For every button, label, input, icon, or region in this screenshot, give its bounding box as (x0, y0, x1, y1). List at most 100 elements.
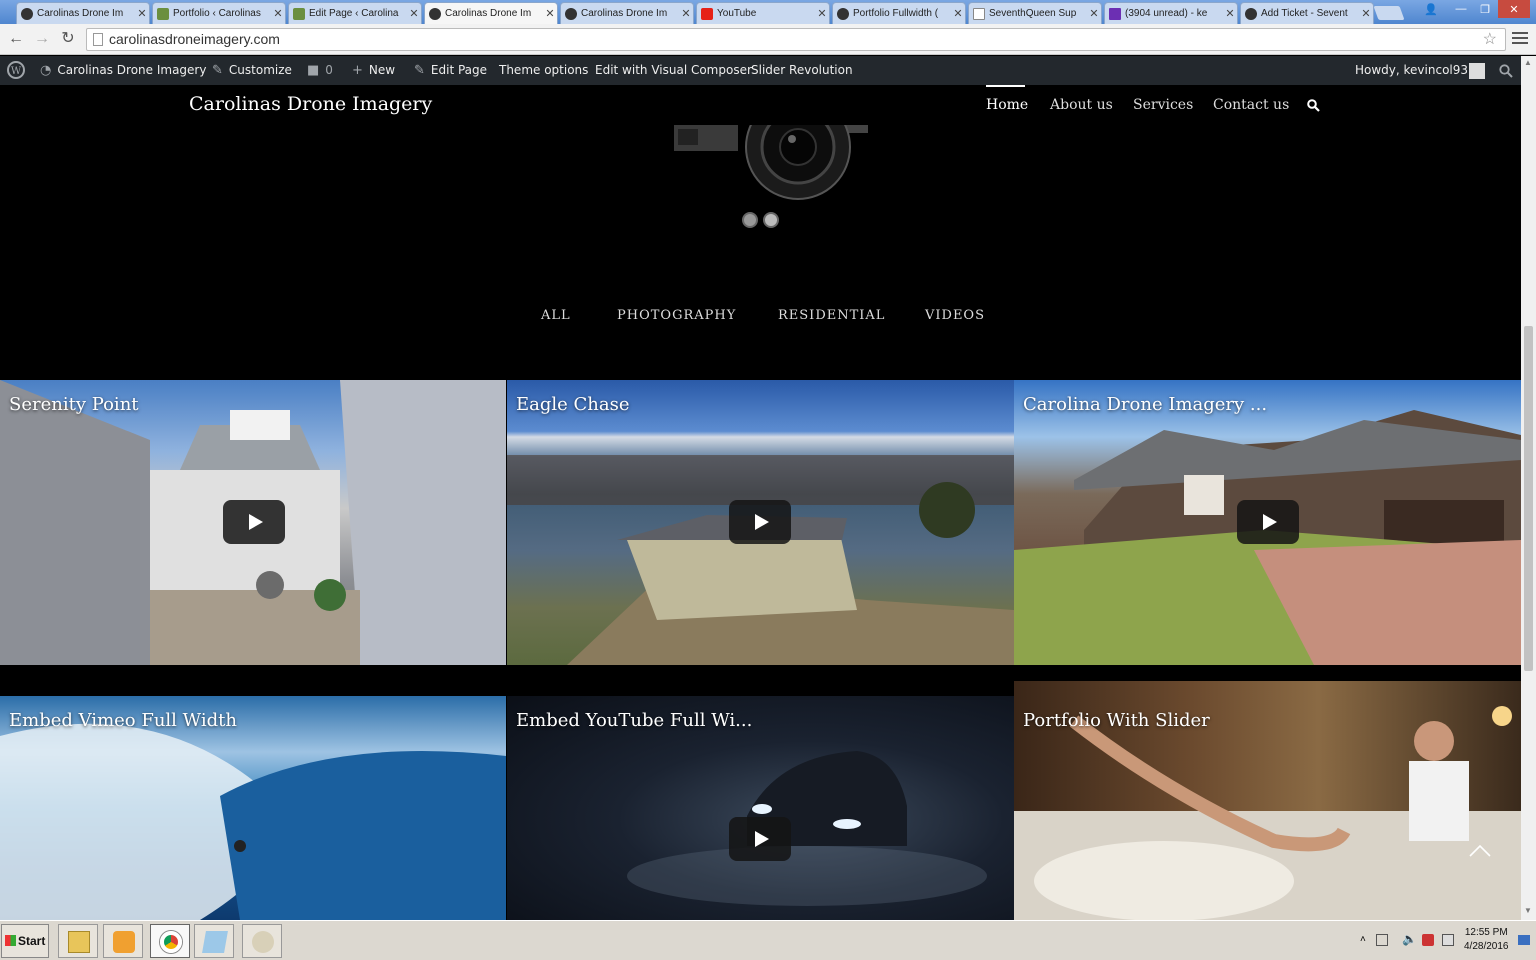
scroll-down-icon[interactable]: ▼ (1524, 906, 1532, 915)
search-icon[interactable] (1307, 99, 1320, 112)
portfolio-item-serenity-point[interactable]: Serenity Point (0, 380, 506, 665)
page-icon (93, 33, 103, 46)
filter-videos[interactable]: VIDEOS (925, 308, 985, 323)
notepad-icon[interactable] (194, 924, 234, 958)
play-button[interactable] (223, 500, 285, 544)
action-center-icon[interactable] (1376, 934, 1388, 946)
close-icon[interactable]: ✕ (1223, 7, 1237, 20)
close-icon[interactable]: ✕ (1359, 7, 1373, 20)
browser-tab[interactable]: Edit Page ‹ Carolina ✕ (288, 2, 422, 24)
browser-tab[interactable]: Carolinas Drone Im ✕ (560, 2, 694, 24)
close-icon[interactable]: ✕ (679, 7, 693, 20)
nav-home[interactable]: Home (986, 97, 1028, 113)
close-icon[interactable]: ✕ (1087, 7, 1101, 20)
minimize-button[interactable]: — (1450, 0, 1472, 18)
wordpress-house-icon (293, 7, 305, 20)
filter-residential[interactable]: RESIDENTIAL (778, 308, 885, 323)
admin-site-name[interactable]: ◔ Carolinas Drone Imagery (40, 56, 206, 85)
svg-text:W: W (11, 66, 22, 77)
media-player-icon[interactable] (103, 924, 143, 958)
new-tab-button[interactable] (1373, 6, 1405, 20)
show-desktop-icon[interactable] (1518, 935, 1530, 945)
browser-tab[interactable]: (3904 unread) - ke ✕ (1104, 2, 1238, 24)
user-profile-icon[interactable]: 👤 (1420, 0, 1442, 18)
network-warning-icon[interactable] (1422, 934, 1434, 946)
admin-slider-revolution[interactable]: Slider Revolution (751, 56, 853, 85)
browser-tab[interactable]: Portfolio ‹ Carolinas ✕ (152, 2, 286, 24)
scrollbar-thumb[interactable] (1524, 326, 1533, 671)
admin-search-icon[interactable] (1499, 56, 1513, 85)
paint-icon[interactable] (242, 924, 282, 958)
close-icon[interactable]: ✕ (951, 7, 965, 20)
admin-comments[interactable]: ■ 0 (307, 56, 333, 85)
display-icon[interactable] (1442, 934, 1454, 946)
play-button[interactable] (729, 500, 791, 544)
admin-howdy[interactable]: Howdy, kevincol931 (1355, 56, 1476, 85)
volume-icon[interactable]: 🔈 (1402, 932, 1417, 946)
file-explorer-icon[interactable] (58, 924, 98, 958)
portfolio-title: Embed Vimeo Full Width (9, 710, 237, 731)
close-window-button[interactable]: ✕ (1498, 0, 1530, 18)
active-nav-indicator (986, 85, 1025, 87)
close-icon[interactable]: ✕ (543, 7, 557, 20)
nav-contact-us[interactable]: Contact us (1213, 97, 1289, 113)
browser-tab[interactable]: Portfolio Fullwidth ( ✕ (832, 2, 966, 24)
chrome-o-icon (429, 7, 441, 20)
nav-about-us[interactable]: About us (1050, 97, 1113, 113)
portfolio-item-carolina-drone-imagery[interactable]: Carolina Drone Imagery ... (1014, 380, 1521, 665)
play-button[interactable] (1237, 500, 1299, 544)
reload-button[interactable]: ↻ (58, 29, 78, 49)
browser-tab[interactable]: Add Ticket - Sevent ✕ (1240, 2, 1374, 24)
slider-dot[interactable] (742, 212, 758, 228)
avatar[interactable] (1469, 63, 1485, 79)
chrome-menu-icon[interactable] (1512, 32, 1528, 46)
wordpress-logo-icon[interactable]: W (7, 56, 25, 85)
filter-all[interactable]: ALL (541, 308, 571, 323)
page-content: Carolinas Drone Imagery Home About us Se… (0, 85, 1521, 920)
portfolio-item-portfolio-with-slider[interactable]: Portfolio With Slider (1014, 681, 1521, 920)
close-icon[interactable]: ✕ (135, 7, 149, 20)
portfolio-item-eagle-chase[interactable]: Eagle Chase (507, 380, 1014, 665)
portfolio-item-embed-vimeo[interactable]: Embed Vimeo Full Width (0, 696, 506, 920)
browser-toolbar: ← → ↻ carolinasdroneimagery.com ☆ (0, 24, 1536, 55)
browser-tab[interactable]: YouTube ✕ (696, 2, 830, 24)
admin-customize[interactable]: ✎ Customize (212, 56, 292, 85)
browser-tab-strip: Carolinas Drone Im ✕ Portfolio ‹ Carolin… (0, 0, 1536, 24)
browser-tab-active[interactable]: Carolinas Drone Im ✕ (424, 2, 558, 24)
close-icon[interactable]: ✕ (815, 7, 829, 20)
slider-dot[interactable] (763, 212, 779, 228)
admin-theme-options[interactable]: Theme options (499, 56, 588, 85)
url-text: carolinasdroneimagery.com (109, 31, 280, 47)
admin-edit-page[interactable]: ✎ Edit Page (414, 56, 487, 85)
chrome-icon[interactable] (150, 924, 190, 958)
close-icon[interactable]: ✕ (271, 7, 285, 20)
browser-tab[interactable]: Carolinas Drone Im ✕ (16, 2, 150, 24)
filter-photography[interactable]: PHOTOGRAPHY (617, 308, 736, 323)
portfolio-item-embed-youtube[interactable]: Embed YouTube Full Wi... (507, 696, 1014, 920)
scroll-up-icon[interactable]: ▲ (1524, 58, 1532, 67)
page-scrollbar[interactable]: ▲ ▼ (1521, 56, 1536, 920)
back-to-top-icon[interactable] (1466, 840, 1494, 860)
clock-date: 4/28/2016 (1464, 941, 1509, 952)
admin-visual-composer[interactable]: Edit with Visual Composer (595, 56, 752, 85)
browser-tab[interactable]: SeventhQueen Sup ✕ (968, 2, 1102, 24)
address-input[interactable]: carolinasdroneimagery.com ☆ (86, 28, 1506, 51)
start-button[interactable]: Start (1, 924, 49, 958)
slider-drone-camera-image (674, 125, 868, 200)
nav-services[interactable]: Services (1133, 97, 1193, 113)
chrome-o-icon (21, 7, 33, 20)
chrome-o-icon (837, 7, 849, 20)
chrome-o-icon (565, 7, 577, 20)
restore-button[interactable]: ❐ (1474, 0, 1496, 18)
admin-new[interactable]: + New (352, 56, 395, 85)
windows-taskbar: Start ˄ 🔈 12:55 PM 4/28/2016 (0, 920, 1536, 960)
bookmark-star-icon[interactable]: ☆ (1483, 29, 1497, 50)
forward-button[interactable]: → (32, 29, 52, 49)
clock[interactable]: 12:55 PM 4/28/2016 (1464, 926, 1509, 954)
show-hidden-icons-icon[interactable]: ˄ (1360, 934, 1366, 945)
site-title[interactable]: Carolinas Drone Imagery (189, 93, 432, 115)
play-button[interactable] (729, 817, 791, 861)
brush-icon: ✎ (212, 63, 223, 78)
close-icon[interactable]: ✕ (407, 7, 421, 20)
back-button[interactable]: ← (6, 29, 26, 49)
